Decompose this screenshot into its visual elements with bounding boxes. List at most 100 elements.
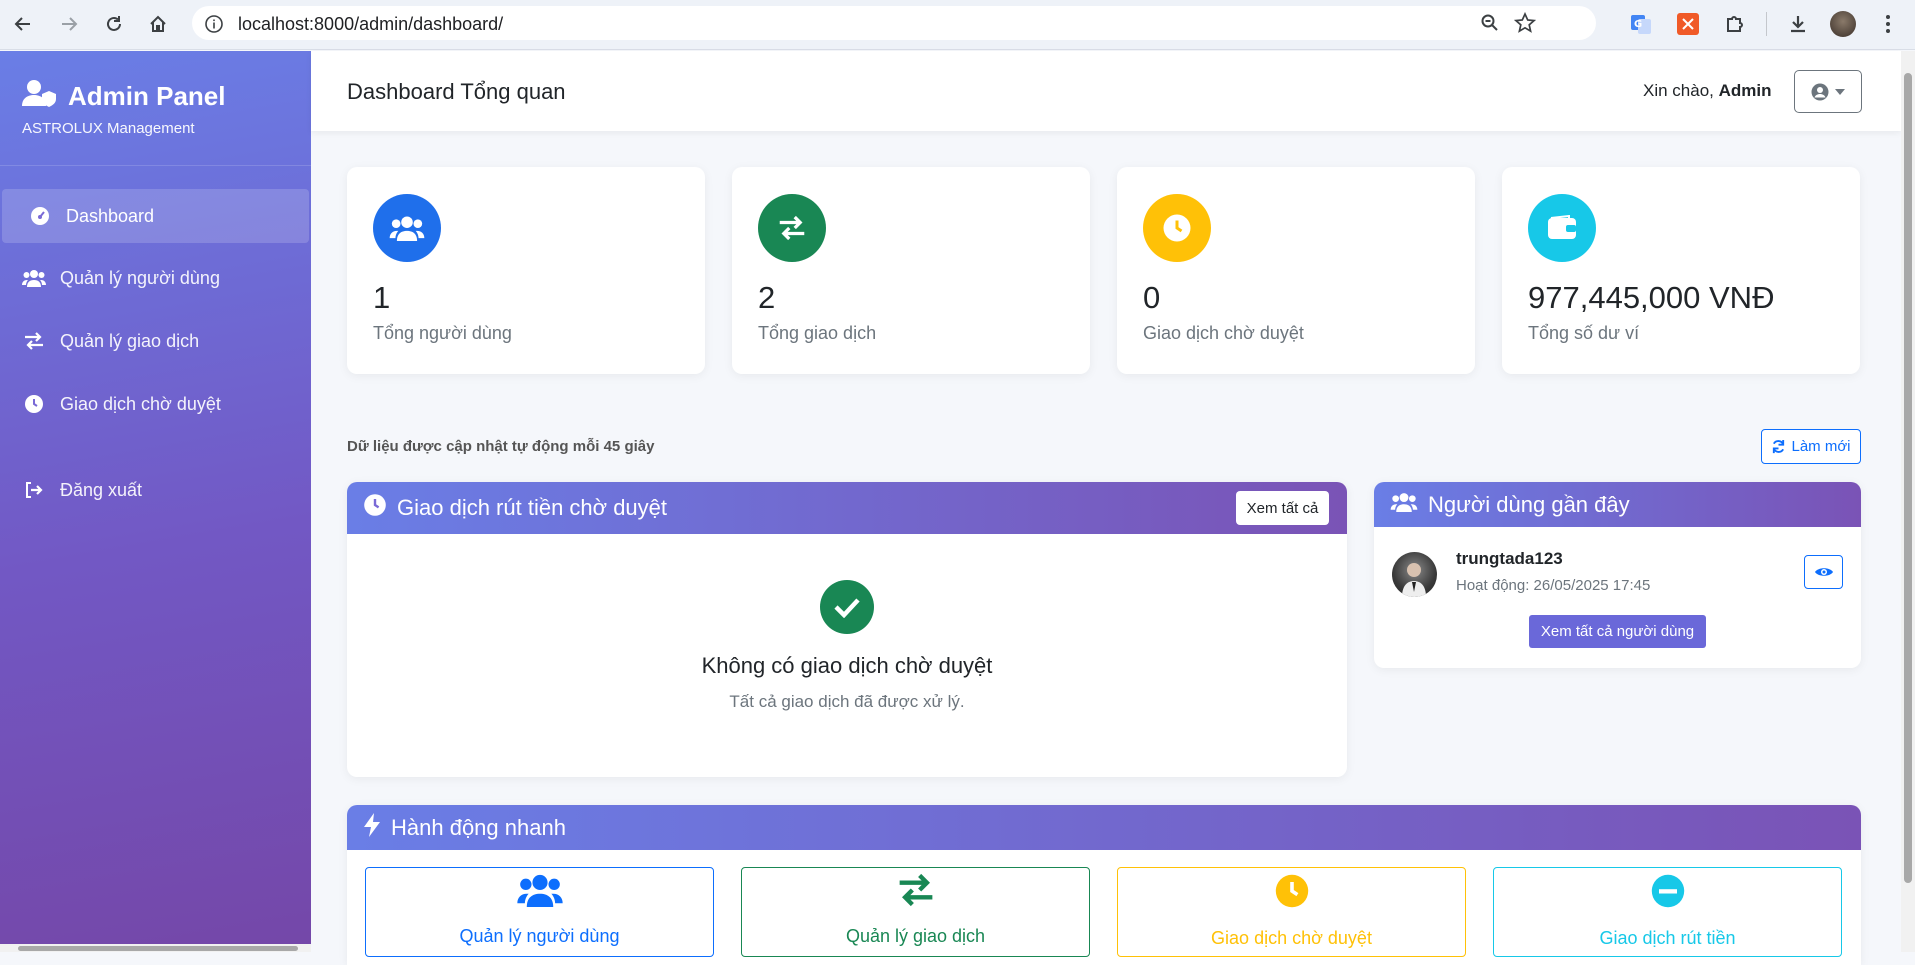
clock-icon bbox=[22, 392, 46, 416]
sidebar-item-logout[interactable]: Đăng xuất bbox=[0, 463, 311, 517]
url-text[interactable]: localhost:8000/admin/dashboard/ bbox=[238, 14, 503, 35]
clock-icon bbox=[1274, 873, 1310, 914]
bookmark-star-icon[interactable] bbox=[1513, 11, 1537, 39]
sidebar-item-dashboard[interactable]: Dashboard bbox=[2, 189, 309, 243]
tachometer-icon bbox=[28, 204, 52, 228]
bolt-icon bbox=[363, 812, 381, 843]
username: trungtada123 bbox=[1456, 549, 1563, 568]
minus-circle-icon bbox=[1650, 873, 1686, 914]
view-all-users-button[interactable]: Xem tất cả người dùng bbox=[1529, 615, 1706, 648]
avatar bbox=[1392, 552, 1437, 597]
quick-action-pending[interactable]: Giao dịch chờ duyệt bbox=[1117, 867, 1466, 957]
browser-toolbar: localhost:8000/admin/dashboard/ G bbox=[0, 0, 1915, 50]
panel-title: Người dùng gần đây bbox=[1428, 491, 1630, 517]
empty-state-subtitle: Tất cả giao dịch đã được xử lý. bbox=[729, 692, 965, 711]
brand-title: Admin Panel bbox=[68, 81, 226, 111]
translate-extension-icon[interactable]: G bbox=[1628, 11, 1654, 37]
users-icon bbox=[516, 873, 563, 912]
reload-button[interactable] bbox=[100, 10, 128, 38]
stat-value: 1 bbox=[373, 280, 391, 315]
zoom-icon[interactable] bbox=[1480, 13, 1500, 38]
horizontal-scroll-thumb[interactable] bbox=[18, 946, 298, 951]
quick-action-label: Quản lý người dùng bbox=[459, 926, 620, 946]
exchange-icon bbox=[22, 329, 46, 353]
greeting-prefix: Xin chào, bbox=[1643, 81, 1714, 100]
panel-title: Giao dịch rút tiền chờ duyệt bbox=[397, 495, 668, 520]
stat-card-users: 1 Tổng người dùng bbox=[347, 167, 705, 374]
stat-label: Giao dịch chờ duyệt bbox=[1143, 323, 1304, 343]
quick-action-withdrawals[interactable]: Giao dịch rút tiền bbox=[1493, 867, 1842, 957]
site-info-icon[interactable] bbox=[204, 14, 224, 39]
check-circle-icon bbox=[820, 580, 874, 634]
last-activity: Hoạt động: 26/05/2025 17:45 bbox=[1456, 577, 1651, 594]
panel-title: Hành động nhanh bbox=[391, 814, 566, 840]
panel-header: Người dùng gần đây bbox=[1374, 482, 1861, 527]
user-dropdown-button[interactable] bbox=[1794, 70, 1862, 113]
forward-button[interactable] bbox=[55, 10, 83, 38]
sidebar-item-pending[interactable]: Giao dịch chờ duyệt bbox=[0, 377, 311, 431]
stat-label: Tổng người dùng bbox=[373, 323, 512, 343]
sidebar-item-label: Giao dịch chờ duyệt bbox=[60, 393, 221, 414]
brand-subtitle: ASTROLUX Management bbox=[22, 120, 195, 137]
stat-value: 2 bbox=[758, 280, 776, 315]
back-button[interactable] bbox=[9, 10, 37, 38]
stat-label: Tổng số dư ví bbox=[1528, 323, 1640, 343]
sidebar-divider bbox=[0, 165, 311, 166]
download-icon[interactable] bbox=[1785, 11, 1811, 37]
stat-card-transactions: 2 Tổng giao dịch bbox=[732, 167, 1090, 374]
vertical-scroll-thumb[interactable] bbox=[1904, 73, 1912, 883]
sidebar-item-label: Quản lý người dùng bbox=[60, 267, 220, 288]
panel-header: Hành động nhanh bbox=[347, 805, 1861, 850]
profile-avatar[interactable] bbox=[1830, 11, 1856, 37]
address-bar[interactable]: localhost:8000/admin/dashboard/ bbox=[192, 6, 1596, 40]
refresh-button[interactable]: Làm mới bbox=[1761, 429, 1861, 464]
sidebar-item-label: Dashboard bbox=[66, 205, 155, 226]
quick-action-label: Giao dịch rút tiền bbox=[1599, 928, 1736, 948]
sidebar-item-users[interactable]: Quản lý người dùng bbox=[0, 251, 311, 305]
orange-extension-icon[interactable] bbox=[1675, 11, 1701, 37]
home-button[interactable] bbox=[144, 10, 172, 38]
stat-label: Tổng giao dịch bbox=[758, 323, 877, 343]
quick-action-users[interactable]: Quản lý người dùng bbox=[365, 867, 714, 957]
brand: Admin Panel ASTROLUX Management bbox=[22, 79, 225, 137]
stat-card-wallet: 977,445,000 VNĐ Tổng số dư ví bbox=[1502, 167, 1860, 374]
horizontal-scrollbar[interactable] bbox=[0, 944, 311, 952]
greeting-name: Admin bbox=[1718, 81, 1772, 100]
exchange-icon bbox=[758, 194, 826, 262]
quick-actions-panel: Hành động nhanh Quản lý người dùng Quản … bbox=[347, 805, 1861, 965]
puzzle-extensions-icon[interactable] bbox=[1722, 11, 1748, 37]
empty-state-title: Không có giao dịch chờ duyệt bbox=[701, 653, 993, 678]
quick-action-label: Giao dịch chờ duyệt bbox=[1211, 928, 1372, 948]
auto-update-note: Dữ liệu được cập nhật tự động mỗi 45 giâ… bbox=[347, 438, 655, 455]
sidebar-item-label: Quản lý giao dịch bbox=[60, 330, 200, 351]
stat-value: 0 bbox=[1143, 280, 1161, 315]
toolbar-divider bbox=[1766, 12, 1767, 36]
clock-icon bbox=[363, 493, 387, 523]
quick-action-transactions[interactable]: Quản lý giao dịch bbox=[741, 867, 1090, 957]
sidebar-item-label: Đăng xuất bbox=[60, 479, 143, 500]
panel-header: Giao dịch rút tiền chờ duyệt Xem tất cả bbox=[347, 482, 1347, 534]
topbar: Dashboard Tổng quan Xin chào, Admin bbox=[311, 51, 1901, 131]
refresh-label: Làm mới bbox=[1791, 438, 1851, 455]
exchange-icon bbox=[896, 873, 936, 912]
svg-text:G: G bbox=[1634, 19, 1642, 30]
reload-icon bbox=[107, 16, 121, 31]
caret-down-icon bbox=[1835, 88, 1845, 95]
users-icon bbox=[22, 266, 46, 290]
view-all-button[interactable]: Xem tất cả bbox=[1236, 491, 1329, 525]
user-shield-icon bbox=[22, 79, 58, 114]
user-circle-icon bbox=[1811, 83, 1829, 100]
browser-menu-icon[interactable] bbox=[1875, 11, 1901, 37]
quick-action-label: Quản lý giao dịch bbox=[845, 926, 986, 946]
pending-withdrawals-panel: Giao dịch rút tiền chờ duyệt Xem tất cả … bbox=[347, 482, 1347, 777]
users-icon bbox=[373, 194, 441, 262]
clock-icon bbox=[1143, 194, 1211, 262]
sidebar-item-transactions[interactable]: Quản lý giao dịch bbox=[0, 314, 311, 368]
stat-value: 977,445,000 VNĐ bbox=[1528, 280, 1775, 315]
stat-card-pending: 0 Giao dịch chờ duyệt bbox=[1117, 167, 1475, 374]
users-icon bbox=[1390, 492, 1418, 518]
sign-out-icon bbox=[22, 478, 46, 502]
view-user-button[interactable] bbox=[1804, 555, 1843, 589]
vertical-scrollbar[interactable] bbox=[1901, 51, 1915, 952]
arrow-right-icon bbox=[62, 17, 78, 31]
